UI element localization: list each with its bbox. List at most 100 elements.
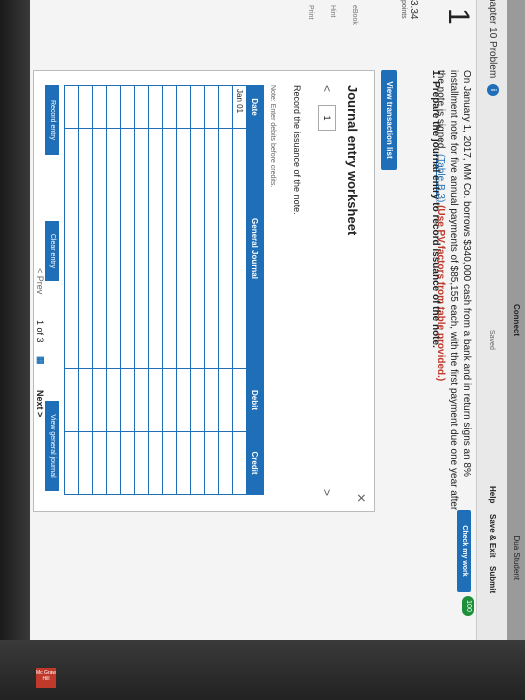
pager: < Prev 1 of 3 ▦ Next > xyxy=(30,0,47,640)
table-row xyxy=(64,85,79,495)
cell-date[interactable] xyxy=(64,85,79,129)
cell-date[interactable]: Jan 01 xyxy=(232,85,247,129)
print-link[interactable]: Print xyxy=(299,5,321,25)
table-row xyxy=(204,85,219,495)
cell-debit[interactable] xyxy=(92,368,107,432)
cell-date[interactable] xyxy=(120,85,135,129)
close-icon[interactable]: ✕ xyxy=(354,493,368,503)
check-my-work-button[interactable]: Check my work xyxy=(457,510,471,592)
cell-account[interactable] xyxy=(232,128,247,369)
cell-debit[interactable] xyxy=(190,368,205,432)
cell-credit[interactable] xyxy=(64,431,79,495)
mcgraw-hill-logo: Mc Graw Hill xyxy=(36,668,56,688)
cell-credit[interactable] xyxy=(204,431,219,495)
cell-date[interactable] xyxy=(218,85,233,129)
cell-credit[interactable] xyxy=(92,431,107,495)
cell-credit[interactable] xyxy=(162,431,177,495)
worksheet-instruction: Record the issuance of the note. xyxy=(292,85,302,215)
cell-date[interactable] xyxy=(148,85,163,129)
cell-credit[interactable] xyxy=(134,431,149,495)
hint-link[interactable]: Hint xyxy=(321,5,343,25)
journal-rows: Jan 01 xyxy=(64,85,247,495)
cell-credit[interactable] xyxy=(148,431,163,495)
table-row xyxy=(218,85,233,495)
col-date: Date xyxy=(246,85,264,129)
table-row xyxy=(120,85,135,495)
help-link[interactable]: Help xyxy=(488,486,497,503)
points-value: 3.34 xyxy=(408,0,419,20)
points-label: points xyxy=(400,0,407,19)
cell-debit[interactable] xyxy=(162,368,177,432)
cell-account[interactable] xyxy=(120,128,135,369)
cell-debit[interactable] xyxy=(232,368,247,432)
cell-date[interactable] xyxy=(134,85,149,129)
next-button[interactable]: Next > xyxy=(35,390,45,417)
submit-button[interactable]: Submit xyxy=(488,566,497,593)
app-topbar: Connect Dua Student xyxy=(507,0,525,640)
cell-account[interactable] xyxy=(204,128,219,369)
col-credit: Credit xyxy=(246,431,264,495)
saved-status: Saved xyxy=(488,330,495,350)
cell-account[interactable] xyxy=(134,128,149,369)
problem-header: hapter 10 Problem i Saved Help Save & Ex… xyxy=(476,0,507,640)
cell-credit[interactable] xyxy=(106,431,121,495)
cell-credit[interactable] xyxy=(218,431,233,495)
view-general-journal-button[interactable]: View general journal xyxy=(45,401,59,491)
cell-credit[interactable] xyxy=(232,431,247,495)
cell-account[interactable] xyxy=(190,128,205,369)
cell-credit[interactable] xyxy=(176,431,191,495)
clear-entry-button[interactable]: Clear entry xyxy=(45,221,59,281)
user-name[interactable]: Dua Student xyxy=(512,536,521,580)
cell-account[interactable] xyxy=(176,128,191,369)
grid-icon[interactable]: ▦ xyxy=(35,356,46,365)
part-instruction: 1. Prepare the journal entry to record i… xyxy=(430,70,441,348)
cell-date[interactable] xyxy=(162,85,177,129)
cell-debit[interactable] xyxy=(134,368,149,432)
cell-date[interactable] xyxy=(190,85,205,129)
cell-credit[interactable] xyxy=(78,431,93,495)
cell-debit[interactable] xyxy=(78,368,93,432)
monitor-bezel-bottom xyxy=(0,640,525,700)
cell-account[interactable] xyxy=(92,128,107,369)
cell-credit[interactable] xyxy=(120,431,135,495)
cell-debit[interactable] xyxy=(64,368,79,432)
cell-account[interactable] xyxy=(148,128,163,369)
cell-account[interactable] xyxy=(64,128,79,369)
cell-debit[interactable] xyxy=(120,368,135,432)
cell-account[interactable] xyxy=(106,128,121,369)
journal-entry-worksheet: ✕ Journal entry worksheet < 1 > Record t… xyxy=(33,70,375,512)
prev-button[interactable]: < Prev xyxy=(35,268,45,294)
cell-date[interactable] xyxy=(176,85,191,129)
worksheet-tab-1[interactable]: 1 xyxy=(318,105,336,131)
chevron-left-icon[interactable]: < xyxy=(320,85,334,92)
debits-note: Note: Enter debits before credits. xyxy=(269,85,276,188)
cell-account[interactable] xyxy=(78,128,93,369)
table-row xyxy=(162,85,177,495)
cell-debit[interactable] xyxy=(218,368,233,432)
table-row xyxy=(148,85,163,495)
side-links: eBook Hint Print xyxy=(299,5,365,25)
cell-date[interactable] xyxy=(78,85,93,129)
table-row xyxy=(190,85,205,495)
cell-credit[interactable] xyxy=(190,431,205,495)
cell-date[interactable] xyxy=(106,85,121,129)
ebook-link[interactable]: eBook xyxy=(343,5,365,25)
monitor-bezel-left xyxy=(0,0,30,700)
problem-title: hapter 10 Problem xyxy=(487,0,498,79)
cell-debit[interactable] xyxy=(106,368,121,432)
cell-debit[interactable] xyxy=(204,368,219,432)
table-row xyxy=(92,85,107,495)
info-icon[interactable]: i xyxy=(487,84,499,96)
save-exit-button[interactable]: Save & Exit xyxy=(488,514,497,558)
view-transaction-list-button[interactable]: View transaction list xyxy=(381,70,397,170)
record-entry-button[interactable]: Record entry xyxy=(45,85,59,155)
cell-date[interactable] xyxy=(92,85,107,129)
chevron-right-icon[interactable]: > xyxy=(320,489,334,496)
cell-account[interactable] xyxy=(218,128,233,369)
cell-date[interactable] xyxy=(204,85,219,129)
cell-debit[interactable] xyxy=(148,368,163,432)
cell-account[interactable] xyxy=(162,128,177,369)
score-badge: 100 xyxy=(462,596,474,616)
cell-debit[interactable] xyxy=(176,368,191,432)
col-debit: Debit xyxy=(246,368,264,432)
